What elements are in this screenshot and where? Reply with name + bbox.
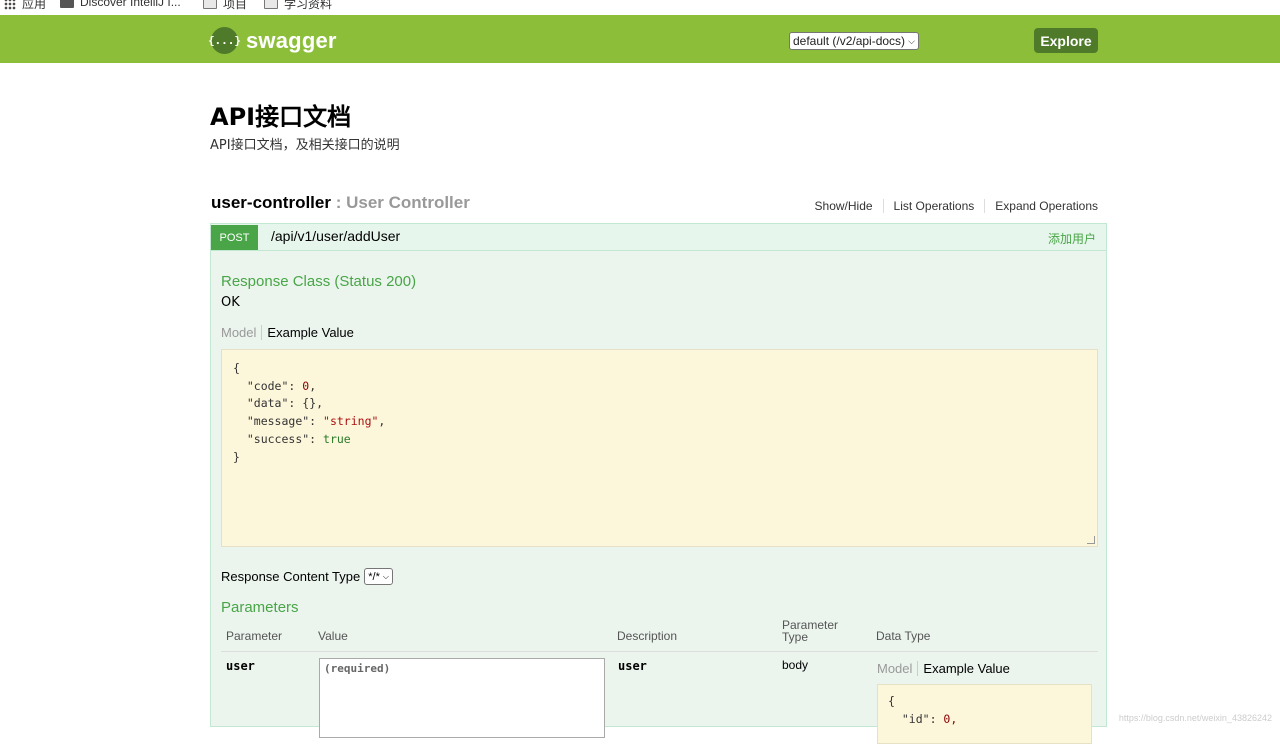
apps-grid-icon: [4, 0, 16, 10]
list-operations-link[interactable]: List Operations: [884, 199, 986, 213]
resource-links: Show/Hide List Operations Expand Operati…: [805, 199, 1098, 213]
col-value: Value: [318, 629, 348, 643]
col-description: Description: [617, 629, 677, 643]
param-example-value-tab[interactable]: Example Value: [918, 661, 1009, 676]
swagger-logo-text: swagger: [246, 28, 337, 54]
folder-icon: [264, 0, 278, 9]
folder-icon: [203, 0, 217, 9]
resource-description: User Controller: [346, 193, 470, 212]
http-method-badge[interactable]: POST: [211, 225, 258, 250]
operation-heading[interactable]: POST /api/v1/user/addUser 添加用户: [211, 224, 1106, 251]
operation-summary[interactable]: 添加用户: [1048, 230, 1096, 247]
param-model-tab[interactable]: Model: [877, 661, 918, 676]
param-description: user: [618, 659, 647, 673]
col-parameter: Parameter: [226, 629, 282, 643]
param-value-textarea[interactable]: (required): [319, 658, 605, 738]
param-type: body: [782, 658, 808, 672]
resource-header: user-controller : User Controller Show/H…: [211, 193, 1098, 217]
chevron-down-icon: ⌵: [908, 36, 915, 47]
param-example-code[interactable]: { "id": 0,: [877, 684, 1092, 744]
operation-path[interactable]: /api/v1/user/addUser: [271, 228, 400, 244]
show-hide-link[interactable]: Show/Hide: [805, 199, 884, 213]
bookmarks-bar: 应用 Discover IntelliJ I... 项目 学习资料: [0, 0, 1280, 15]
explore-button[interactable]: Explore: [1034, 28, 1098, 53]
page-description: API接口文档，及相关接口的说明: [210, 134, 400, 153]
swagger-header: {...} swagger default (/v2/api-docs) ⌵ E…: [0, 15, 1280, 63]
intellij-icon: [60, 0, 74, 8]
watermark: https://blog.csdn.net/weixin_43826242: [1119, 713, 1272, 723]
response-class-value: OK: [221, 295, 240, 310]
chevron-down-icon: ⌵: [383, 572, 389, 582]
resource-name[interactable]: user-controller : User Controller: [211, 193, 470, 213]
response-content-type-select[interactable]: */* ⌵: [364, 568, 393, 585]
param-signature-tabs: Model Example Value: [877, 661, 1010, 676]
bookmark-intellij[interactable]: Discover IntelliJ I...: [60, 0, 181, 9]
response-example-code[interactable]: { "code": 0, "data": {}, "message": "str…: [221, 349, 1098, 547]
col-data-type: Data Type: [876, 629, 930, 643]
api-docs-select[interactable]: default (/v2/api-docs) ⌵: [789, 32, 919, 50]
example-value-tab[interactable]: Example Value: [262, 325, 353, 340]
page-title: API接口文档: [210, 97, 351, 132]
model-tab[interactable]: Model: [221, 325, 262, 340]
operation-panel: POST /api/v1/user/addUser 添加用户 Response …: [210, 223, 1107, 727]
table-row: user (required) user body Model Example …: [221, 654, 1098, 734]
bookmark-projects[interactable]: 项目: [203, 0, 247, 12]
bookmark-apps[interactable]: 应用: [4, 0, 46, 12]
expand-operations-link[interactable]: Expand Operations: [985, 199, 1098, 213]
signature-tabs: Model Example Value: [221, 325, 354, 340]
parameters-heading: Parameters: [221, 599, 299, 616]
parameters-table-header: Parameter Value Description Parameter Ty…: [221, 621, 1098, 652]
param-name: user: [226, 659, 255, 673]
col-parameter-type: Parameter Type: [782, 619, 852, 643]
resize-handle-icon[interactable]: [1087, 536, 1095, 544]
response-content-type: Response Content Type */* ⌵: [221, 568, 393, 585]
swagger-logo[interactable]: {...} swagger: [211, 27, 337, 54]
swagger-logo-icon: {...}: [211, 27, 238, 54]
bookmark-study[interactable]: 学习资料: [264, 0, 332, 12]
response-content-type-label: Response Content Type: [221, 569, 360, 584]
response-class-heading: Response Class (Status 200): [221, 273, 416, 290]
